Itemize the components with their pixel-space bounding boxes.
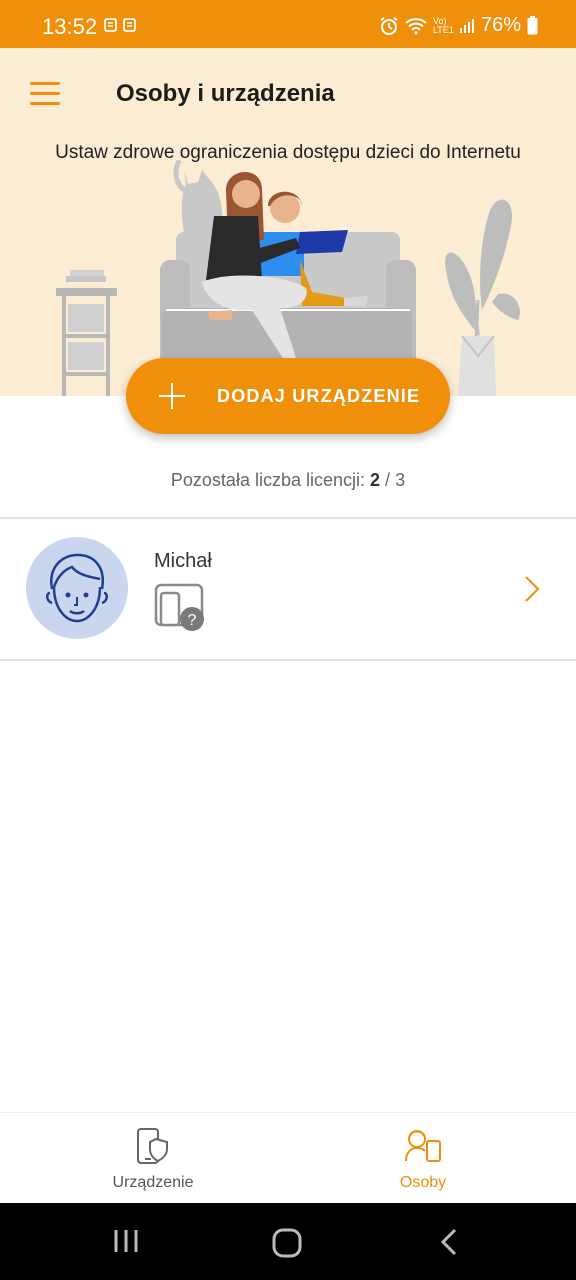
battery-icon	[527, 16, 538, 35]
header-banner: Osoby i urządzenia Ustaw zdrowe ogranicz…	[0, 48, 576, 396]
chevron-right-icon	[525, 576, 540, 602]
nav-label-urzadzenie: Urządzenie	[112, 1174, 194, 1191]
svg-text:?: ?	[188, 612, 197, 629]
avatar	[26, 537, 128, 639]
nav-tab-osoby[interactable]: Osoby	[279, 1113, 567, 1204]
recent-apps-icon[interactable]	[112, 1227, 140, 1255]
licenses-remaining: Pozostała liczba licencji: 2 / 3	[0, 470, 576, 491]
licenses-used: 2	[370, 470, 381, 490]
notification-icon	[104, 18, 117, 32]
unknown-device-icon: ?	[154, 583, 204, 631]
boy-face-icon	[46, 553, 108, 623]
status-right: Vo) LTE1 76%	[379, 14, 538, 37]
phone-shield-icon	[137, 1128, 168, 1164]
licenses-total: 3	[395, 470, 406, 490]
alarm-icon	[380, 16, 398, 35]
licenses-label: Pozostała liczba licencji:	[170, 470, 365, 490]
status-bar: 13:52 Vo) LTE1 76%	[0, 0, 576, 48]
licenses-separator: /	[385, 470, 391, 490]
bottom-navigation: Urządzenie Osoby	[0, 1112, 576, 1204]
nav-tab-urzadzenie[interactable]: Urządzenie	[9, 1113, 297, 1204]
plus-icon	[159, 383, 185, 409]
nav-label-osoby: Osoby	[399, 1174, 447, 1191]
person-row-michal[interactable]: Michał ?	[0, 519, 576, 659]
battery-percent: 76%	[480, 14, 521, 36]
wifi-icon	[405, 17, 427, 35]
system-navigation-bar	[0, 1203, 576, 1280]
page-title: Osoby i urządzenia	[116, 80, 335, 107]
add-device-button[interactable]: DODAJ URZĄDZENIE	[126, 358, 450, 434]
back-icon[interactable]	[438, 1227, 460, 1257]
hamburger-menu-icon[interactable]	[30, 82, 60, 105]
person-name: Michał	[154, 550, 212, 572]
add-device-label: DODAJ URZĄDZENIE	[217, 386, 421, 406]
notification-icon	[123, 18, 136, 32]
home-icon[interactable]	[271, 1227, 303, 1259]
network-label: Vo) LTE1	[432, 15, 454, 35]
divider	[0, 659, 576, 661]
signal-icon	[459, 18, 474, 33]
status-time: 13:52	[42, 14, 98, 39]
notification-icons	[104, 18, 136, 32]
person-device-icon	[405, 1130, 441, 1162]
